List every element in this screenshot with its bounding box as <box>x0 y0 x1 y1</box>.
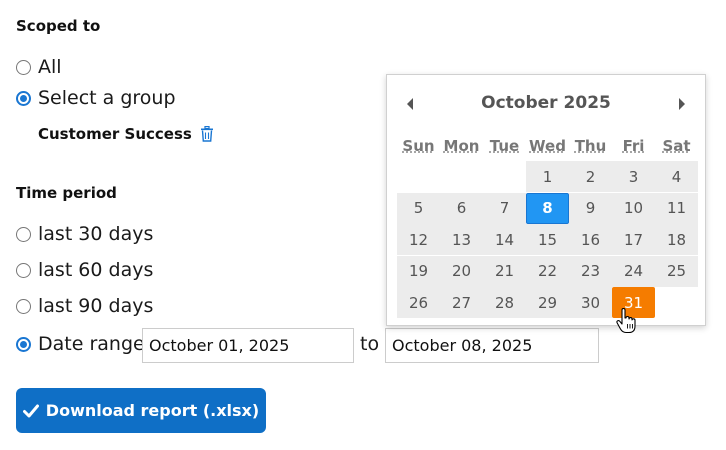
calendar-day[interactable]: 3 <box>612 161 655 192</box>
check-icon <box>22 404 39 417</box>
calendar-days-grid: 1 2 3 4 5 6 7 8 9 10 11 12 13 14 15 16 17 18 19 20 21 22 23 24 2… <box>397 161 698 318</box>
weekday-mon: Mon <box>443 137 480 155</box>
calendar-month: October <box>481 93 558 113</box>
period-90-label: last 90 days <box>38 295 154 317</box>
calendar-day[interactable]: 9 <box>569 192 612 224</box>
date-range-label: Date range <box>38 333 145 355</box>
weekday-wed: Wed <box>529 137 566 155</box>
date-to-input[interactable] <box>385 328 599 363</box>
calendar-day[interactable]: 10 <box>612 192 655 224</box>
calendar-day-selected[interactable]: 8 <box>526 192 569 224</box>
calendar-day[interactable]: 16 <box>569 224 612 255</box>
period-60-label: last 60 days <box>38 259 154 281</box>
scope-all-option[interactable]: All <box>16 55 62 79</box>
next-month-icon[interactable] <box>677 97 687 111</box>
calendar-year: 2025 <box>563 93 611 113</box>
calendar-day[interactable]: 11 <box>655 192 698 224</box>
calendar-day[interactable]: 12 <box>397 224 440 255</box>
date-range-option[interactable]: Date range <box>16 332 145 356</box>
period-90-option[interactable]: last 90 days <box>16 294 153 318</box>
date-from-input[interactable] <box>142 328 354 363</box>
weekday-sun: Sun <box>402 137 435 155</box>
period-60-option[interactable]: last 60 days <box>16 258 153 282</box>
calendar-month-year: October 2025 <box>387 93 705 113</box>
weekday-sat: Sat <box>662 137 691 155</box>
calendar-day[interactable]: 7 <box>483 192 526 224</box>
calendar-day[interactable]: 19 <box>397 255 440 287</box>
calendar-day[interactable]: 20 <box>440 255 483 287</box>
calendar-day[interactable]: 4 <box>655 161 698 192</box>
calendar-day[interactable]: 27 <box>440 287 483 318</box>
calendar-day[interactable]: 25 <box>655 255 698 287</box>
calendar-day[interactable]: 5 <box>397 192 440 224</box>
calendar-day[interactable]: 15 <box>526 224 569 255</box>
trash-icon[interactable] <box>200 126 214 142</box>
period-30-label: last 30 days <box>38 223 154 245</box>
calendar-day[interactable]: 28 <box>483 287 526 318</box>
calendar-day[interactable]: 17 <box>612 224 655 255</box>
date-picker-popup: October 2025 Sun Mon Tue Wed Thu Fri Sat … <box>386 74 706 326</box>
calendar-day[interactable]: 14 <box>483 224 526 255</box>
calendar-day[interactable]: 29 <box>526 287 569 318</box>
date-to-label: to <box>360 333 380 355</box>
weekday-tue: Tue <box>489 137 520 155</box>
selected-group: Customer Success <box>38 122 214 146</box>
scope-group-option[interactable]: Select a group <box>16 86 176 110</box>
scope-group-label: Select a group <box>38 87 176 109</box>
scope-all-label: All <box>38 56 62 78</box>
period-60-radio[interactable] <box>16 262 31 278</box>
hand-cursor-icon <box>616 308 636 334</box>
calendar-day[interactable]: 23 <box>569 255 612 287</box>
selected-group-name: Customer Success <box>38 125 192 143</box>
scope-group-radio[interactable] <box>16 90 31 106</box>
date-range-radio[interactable] <box>16 336 31 352</box>
calendar-day[interactable]: 2 <box>569 161 612 192</box>
scoped-to-heading: Scoped to <box>16 17 101 35</box>
calendar-day[interactable]: 18 <box>655 224 698 255</box>
period-30-radio[interactable] <box>16 226 31 242</box>
calendar-day[interactable]: 6 <box>440 192 483 224</box>
scope-all-radio[interactable] <box>16 59 31 75</box>
calendar-day[interactable]: 1 <box>526 161 569 192</box>
download-report-button[interactable]: Download report (.xlsx) <box>16 388 266 433</box>
download-report-label: Download report (.xlsx) <box>45 401 260 420</box>
period-30-option[interactable]: last 30 days <box>16 222 153 246</box>
weekday-thu: Thu <box>574 137 607 155</box>
weekday-fri: Fri <box>622 137 645 155</box>
period-90-radio[interactable] <box>16 298 31 314</box>
time-period-heading: Time period <box>16 184 117 202</box>
calendar-day[interactable]: 30 <box>569 287 612 318</box>
calendar-day[interactable]: 22 <box>526 255 569 287</box>
calendar-day[interactable]: 24 <box>612 255 655 287</box>
calendar-day[interactable]: 21 <box>483 255 526 287</box>
calendar-day[interactable]: 13 <box>440 224 483 255</box>
calendar-day[interactable]: 26 <box>397 287 440 318</box>
